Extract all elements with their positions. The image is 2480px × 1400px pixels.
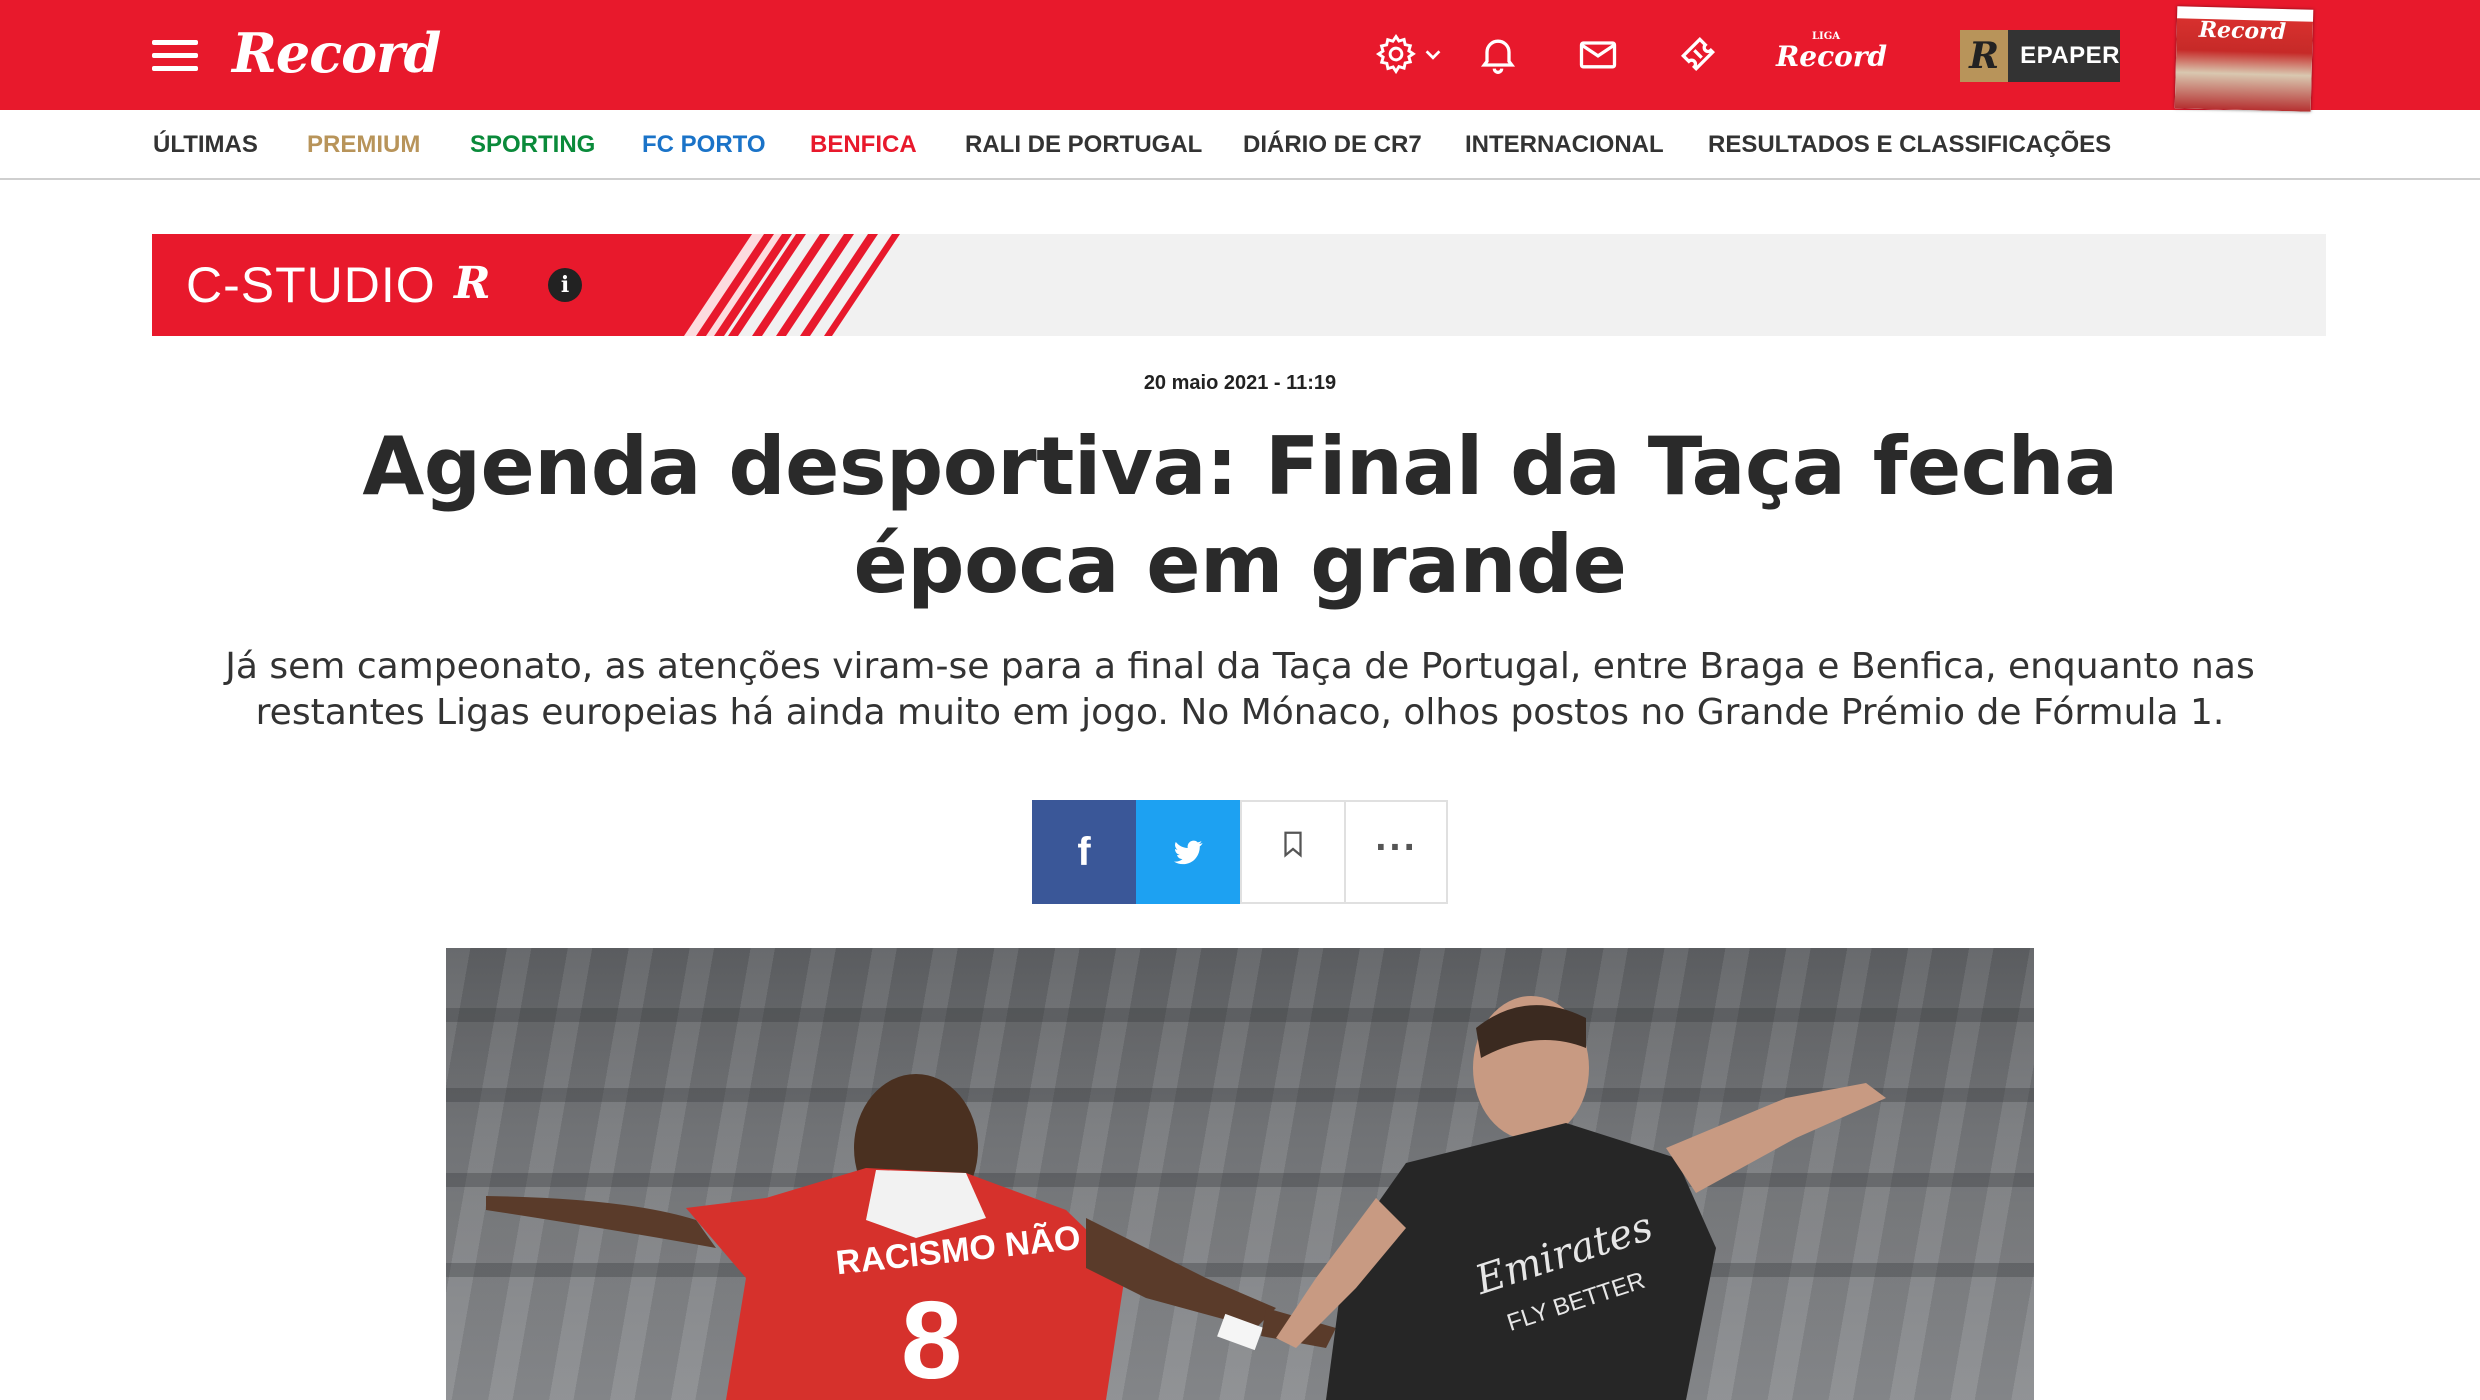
nav-item-premium[interactable]: PREMIUM — [307, 110, 420, 180]
nav-item-ultimas[interactable]: ÚLTIMAS — [153, 110, 258, 180]
nav-item-rali-de-portugal[interactable]: RALI DE PORTUGAL — [965, 110, 1202, 180]
article-lead: Já sem campeonato, as atenções viram-se … — [225, 646, 2255, 733]
more-icon: ··· — [1374, 828, 1418, 866]
twitter-icon — [1173, 840, 1203, 865]
bookmark-button[interactable] — [1240, 800, 1344, 904]
article-date: 20 maio 2021 - 11:19 — [1143, 372, 1337, 394]
twitter-share-button[interactable] — [1136, 800, 1240, 904]
ticket-icon[interactable] — [1676, 32, 1720, 76]
article-title: Agenda desportiva: Final da Taça fecha é… — [362, 420, 2118, 611]
c-studio-label: C-STUDIO — [186, 257, 436, 313]
facebook-share-button[interactable]: f — [1032, 800, 1136, 904]
mail-icon[interactable] — [1576, 32, 1620, 76]
share-bar: f ··· — [1032, 800, 1448, 904]
settings-icon[interactable] — [1374, 32, 1418, 76]
newspaper-cover-thumbnail[interactable]: Record — [2174, 6, 2314, 112]
article-hero-image: RACISMO NÃO 8 Emirates FLY BETTER — [446, 948, 2034, 1400]
nav-item-sporting[interactable]: SPORTING — [470, 110, 595, 180]
more-options-button[interactable]: ··· — [1344, 800, 1448, 904]
epaper-logo: R — [1960, 30, 2009, 82]
nav-item-fc-porto[interactable]: FC PORTO — [642, 110, 766, 180]
nav-item-internacional[interactable]: INTERNACIONAL — [1465, 110, 1664, 180]
liga-record-logo[interactable]: LIGA Record — [1776, 30, 1887, 80]
record-r-logo: R — [454, 258, 491, 309]
bookmark-icon — [1284, 831, 1302, 858]
c-studio-banner: C-STUDIO R i — [152, 234, 2326, 336]
liga-logo-text: Record — [1776, 40, 1888, 73]
bell-icon[interactable] — [1476, 32, 1520, 76]
info-icon[interactable]: i — [548, 268, 582, 302]
section-nav: ÚLTIMAS PREMIUM SPORTING FC PORTO BENFIC… — [0, 110, 2480, 180]
nav-item-diario-de-cr7[interactable]: DIÁRIO DE CR7 — [1243, 110, 1422, 180]
chevron-down-icon[interactable] — [1422, 44, 1444, 66]
epaper-label: EPAPER — [2020, 42, 2120, 69]
site-logo[interactable]: Record — [232, 18, 441, 88]
facebook-icon: f — [1077, 829, 1091, 874]
cover-title: Record — [2198, 16, 2287, 46]
player-braga: RACISMO NÃO 8 — [486, 1074, 1336, 1400]
menu-icon[interactable] — [152, 40, 198, 72]
top-header: Record LIGA Record R EPAPER Record — [0, 0, 2480, 112]
liga-logo-small-text: LIGA — [1812, 31, 1841, 42]
epaper-button[interactable]: R EPAPER — [1960, 30, 2120, 82]
nav-item-benfica[interactable]: BENFICA — [810, 110, 917, 180]
nav-item-resultados[interactable]: RESULTADOS E CLASSIFICAÇÕES — [1708, 110, 2111, 180]
player-benfica: Emirates FLY BETTER — [1276, 996, 1886, 1400]
braga-shirt-number: 8 — [901, 1279, 962, 1400]
